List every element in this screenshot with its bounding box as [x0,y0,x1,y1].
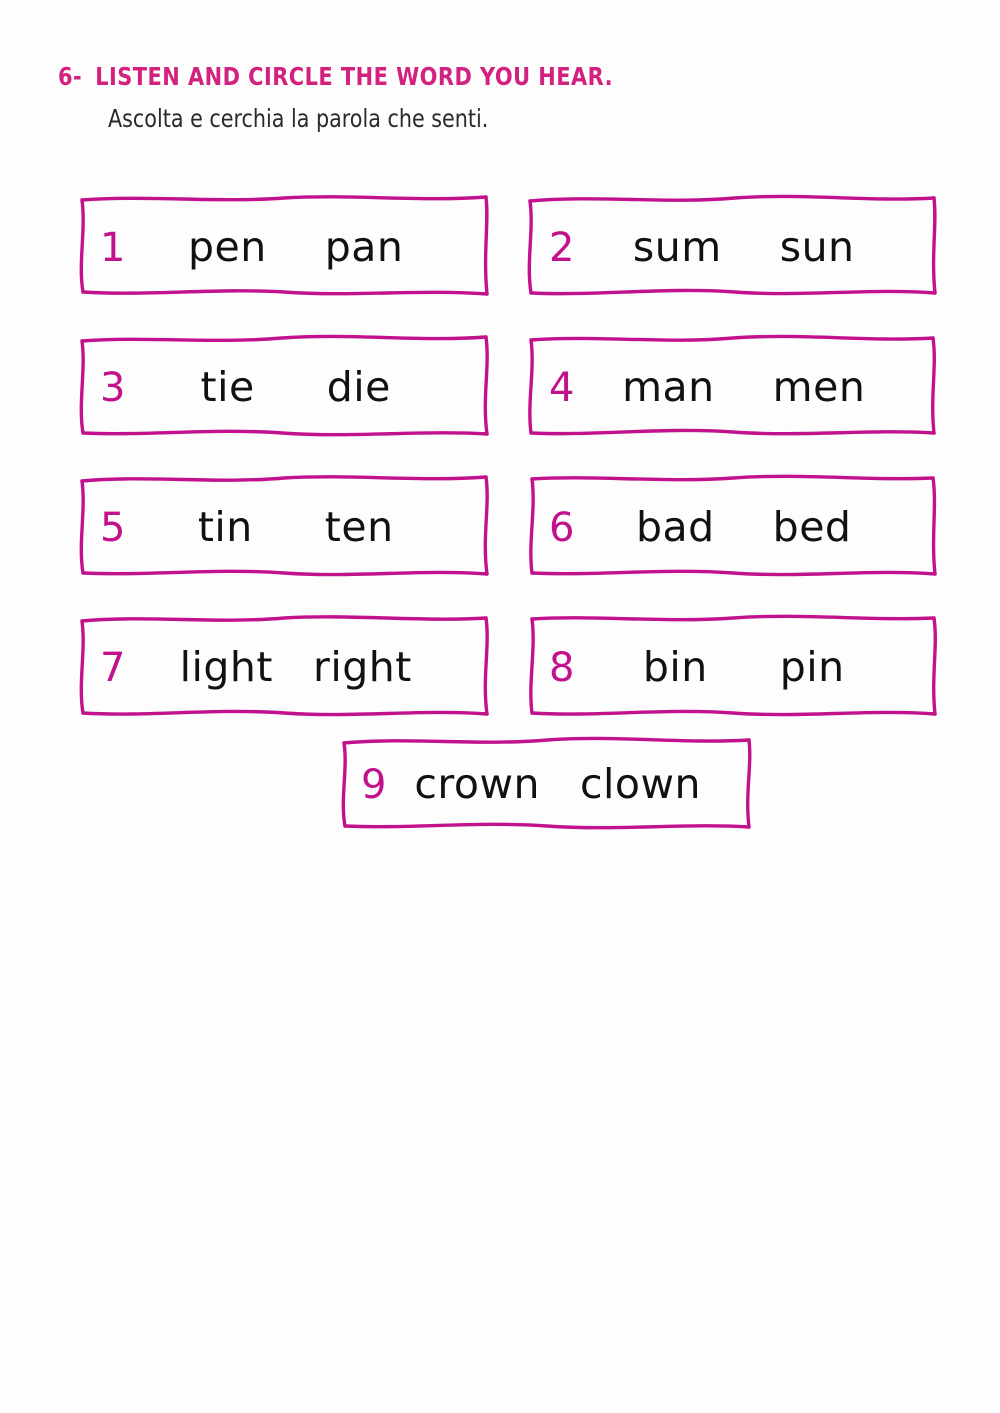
word-choices: bad bed [574,506,913,548]
word-option-b[interactable]: die [327,366,391,408]
exercise-item-4[interactable]: 4 man men [525,333,939,440]
item-number: 9 [361,762,387,808]
exercise-item-1[interactable]: 1 pen pan [76,193,492,300]
exercise-content: 1 pen pan [76,193,492,300]
word-option-b[interactable]: pin [780,646,845,688]
word-choices: man men [574,366,913,408]
item-number: 2 [549,224,575,271]
word-option-b[interactable]: clown [580,764,701,805]
worksheet-page: 6- LISTEN AND CIRCLE THE WORD YOU HEAR. … [0,0,1000,1413]
word-option-b[interactable]: ten [325,506,394,548]
word-choices: pen pan [125,226,466,268]
exercise-item-7[interactable]: 7 light right [76,613,492,720]
exercise-item-2[interactable]: 2 sum sun [525,193,939,300]
item-number: 4 [549,364,575,411]
word-choices: tie die [125,366,466,408]
item-number: 8 [549,644,575,691]
word-option-b[interactable]: right [313,646,412,688]
word-option-b[interactable]: men [773,366,866,408]
word-choices: light right [125,646,466,688]
item-number: 7 [100,644,126,691]
item-number: 5 [100,504,126,551]
exercise-content: 6 bad bed [525,473,939,580]
word-option-a[interactable]: sum [633,226,722,268]
word-option-b[interactable]: pan [325,226,404,268]
word-option-a[interactable]: tin [198,506,253,548]
exercise-content: 2 sum sun [525,193,939,300]
word-choices: sum sun [574,226,913,268]
word-option-a[interactable]: bin [643,646,708,688]
item-number: 6 [549,504,575,551]
exercise-item-8[interactable]: 8 bin pin [525,613,939,720]
exercise-content: 7 light right [76,613,492,720]
exercise-content: 8 bin pin [525,613,939,720]
word-option-b[interactable]: sun [780,226,855,268]
word-option-b[interactable]: bed [773,506,852,548]
exercise-content: 3 tie die [76,333,492,440]
word-choices: crown clown [386,764,729,805]
word-option-a[interactable]: crown [414,764,540,805]
exercise-content: 4 man men [525,333,939,440]
exercise-item-6[interactable]: 6 bad bed [525,473,939,580]
word-choices: tin ten [125,506,466,548]
word-option-a[interactable]: pen [188,226,267,268]
item-number: 3 [100,364,126,411]
exercise-item-3[interactable]: 3 tie die [76,333,492,440]
word-choices: bin pin [574,646,913,688]
exercise-item-5[interactable]: 5 tin ten [76,473,492,580]
exercise-content: 5 tin ten [76,473,492,580]
exercise-content: 9 crown clown [337,735,755,833]
exercise-box-list: 1 pen pan 2 sum sun 3 tie die 4 man men … [0,0,1000,1413]
word-option-a[interactable]: man [622,366,715,408]
item-number: 1 [100,224,126,271]
word-option-a[interactable]: bad [636,506,715,548]
word-option-a[interactable]: light [180,646,273,688]
word-option-a[interactable]: tie [201,366,255,408]
exercise-item-9[interactable]: 9 crown clown [337,735,755,833]
